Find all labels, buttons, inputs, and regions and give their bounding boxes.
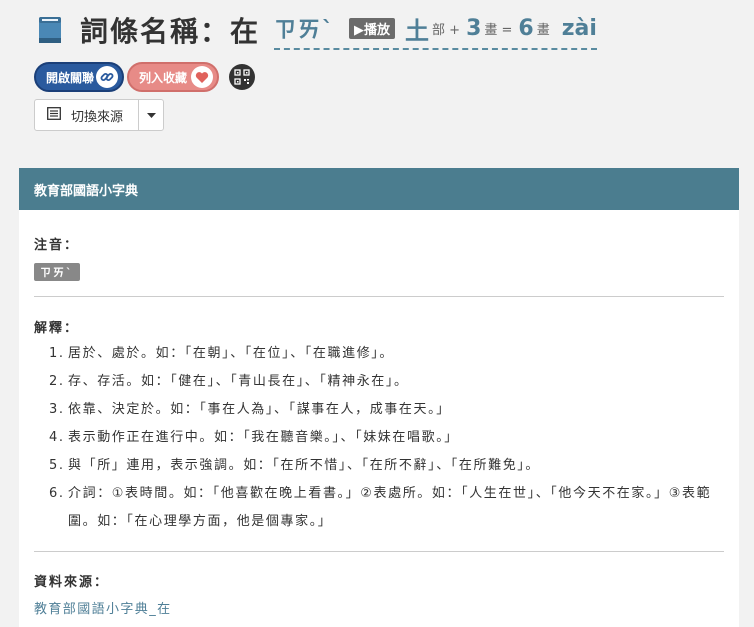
definition-text: 與「所」連用，表示強調。如：「在所不惜」、「在所不辭」、「在所難免」。 bbox=[68, 458, 541, 473]
add-favorite-button[interactable]: 列入收藏 bbox=[127, 62, 219, 92]
action-buttons: 開啟關聯 列入收藏 bbox=[34, 62, 255, 92]
definition-text: 居於、處於。如：「在朝」、「在位」、「在職進修」。 bbox=[68, 346, 395, 361]
caret-down-icon bbox=[146, 108, 156, 123]
switch-source-button[interactable]: 切換來源 bbox=[35, 100, 138, 130]
qr-code-icon[interactable] bbox=[229, 64, 255, 90]
panel-title: 教育部國語小字典 bbox=[34, 183, 139, 199]
switch-source-dropdown: 切換來源 bbox=[34, 99, 164, 131]
definition-item: 3. 依靠、決定於。如：「事在人為」、「謀事在人，成事在天。」 bbox=[49, 396, 719, 424]
open-link-label: 開啟關聯 bbox=[46, 70, 95, 85]
radical-suffix: 部 + bbox=[432, 22, 461, 38]
definition-label: 解釋： bbox=[34, 321, 80, 336]
zhuyin-badge: ㄗㄞˋ bbox=[34, 263, 80, 281]
source-label: 資料來源： bbox=[34, 575, 110, 590]
list-icon bbox=[47, 106, 61, 124]
add-favorite-label: 列入收藏 bbox=[139, 70, 188, 85]
definition-list: 1. 居於、處於。如：「在朝」、「在位」、「在職進修」。 2. 存、存活。如：「健在… bbox=[49, 340, 719, 536]
definition-text: 表示動作正在進行中。如：「我在聽音樂。」、「妹妹在唱歌。」 bbox=[68, 430, 459, 445]
definition-number: 3. bbox=[49, 402, 65, 417]
open-link-button[interactable]: 開啟關聯 bbox=[34, 62, 124, 92]
extra-strokes-suffix: 畫 = bbox=[484, 22, 513, 38]
definition-item: 2. 存、存活。如：「健在」、「青山長在」、「精神永在」。 bbox=[49, 368, 719, 396]
definition-number: 5. bbox=[49, 458, 65, 473]
total-strokes: 6 bbox=[518, 15, 534, 41]
radical: 土 bbox=[405, 16, 430, 45]
panel-body: 注音： ㄗㄞˋ 解釋： 1. 居於、處於。如：「在朝」、「在位」、「在職進修」。 … bbox=[19, 210, 739, 627]
definition-item: 6. 介詞：①表時間。如：「他喜歡在晚上看書。」②表處所。如：「人生在世」、「他今… bbox=[49, 480, 719, 536]
definition-number: 1. bbox=[49, 346, 65, 361]
zhuyin-text: ㄗㄞˋ bbox=[274, 18, 336, 43]
source-link[interactable]: 教育部國語小字典_在 bbox=[34, 598, 172, 617]
zhuyin-label: 注音： bbox=[34, 238, 80, 253]
definition-text: 介詞：①表時間。如：「他喜歡在晚上看書。」②表處所。如：「人生在世」、「他今天不… bbox=[68, 486, 712, 529]
play-audio-button[interactable]: ▶播放 bbox=[349, 17, 396, 39]
divider bbox=[34, 551, 724, 552]
definition-text: 依靠、決定於。如：「事在人為」、「謀事在人，成事在天。」 bbox=[68, 402, 451, 417]
definition-item: 1. 居於、處於。如：「在朝」、「在位」、「在職進修」。 bbox=[49, 340, 719, 368]
switch-source-label: 切換來源 bbox=[71, 109, 124, 125]
definition-number: 6. bbox=[49, 486, 65, 501]
total-strokes-suffix: 畫 bbox=[536, 22, 550, 38]
pronunciation-bar: ㄗㄞˋ ▶播放 土 部 + 3 畫 = 6 畫 zài bbox=[274, 10, 597, 50]
definition-item: 4. 表示動作正在進行中。如：「我在聽音樂。」、「妹妹在唱歌。」 bbox=[49, 424, 719, 452]
header: 詞條名稱：在 ㄗㄞˋ ▶播放 土 部 + 3 畫 = 6 畫 zài bbox=[38, 10, 597, 50]
switch-source-caret[interactable] bbox=[138, 100, 163, 130]
pinyin: zài bbox=[561, 15, 597, 41]
page-title: 詞條名稱：在 bbox=[80, 15, 261, 48]
divider bbox=[34, 296, 724, 297]
book-icon bbox=[38, 16, 62, 44]
link-icon bbox=[96, 66, 118, 88]
definition-item: 5. 與「所」連用，表示強調。如：「在所不惜」、「在所不辭」、「在所難免」。 bbox=[49, 452, 719, 480]
extra-strokes: 3 bbox=[466, 15, 482, 41]
definition-number: 2. bbox=[49, 374, 65, 389]
definition-number: 4. bbox=[49, 430, 65, 445]
heart-icon bbox=[191, 66, 213, 88]
definition-text: 存、存活。如：「健在」、「青山長在」、「精神永在」。 bbox=[68, 374, 409, 389]
panel-header: 教育部國語小字典 bbox=[19, 168, 739, 210]
